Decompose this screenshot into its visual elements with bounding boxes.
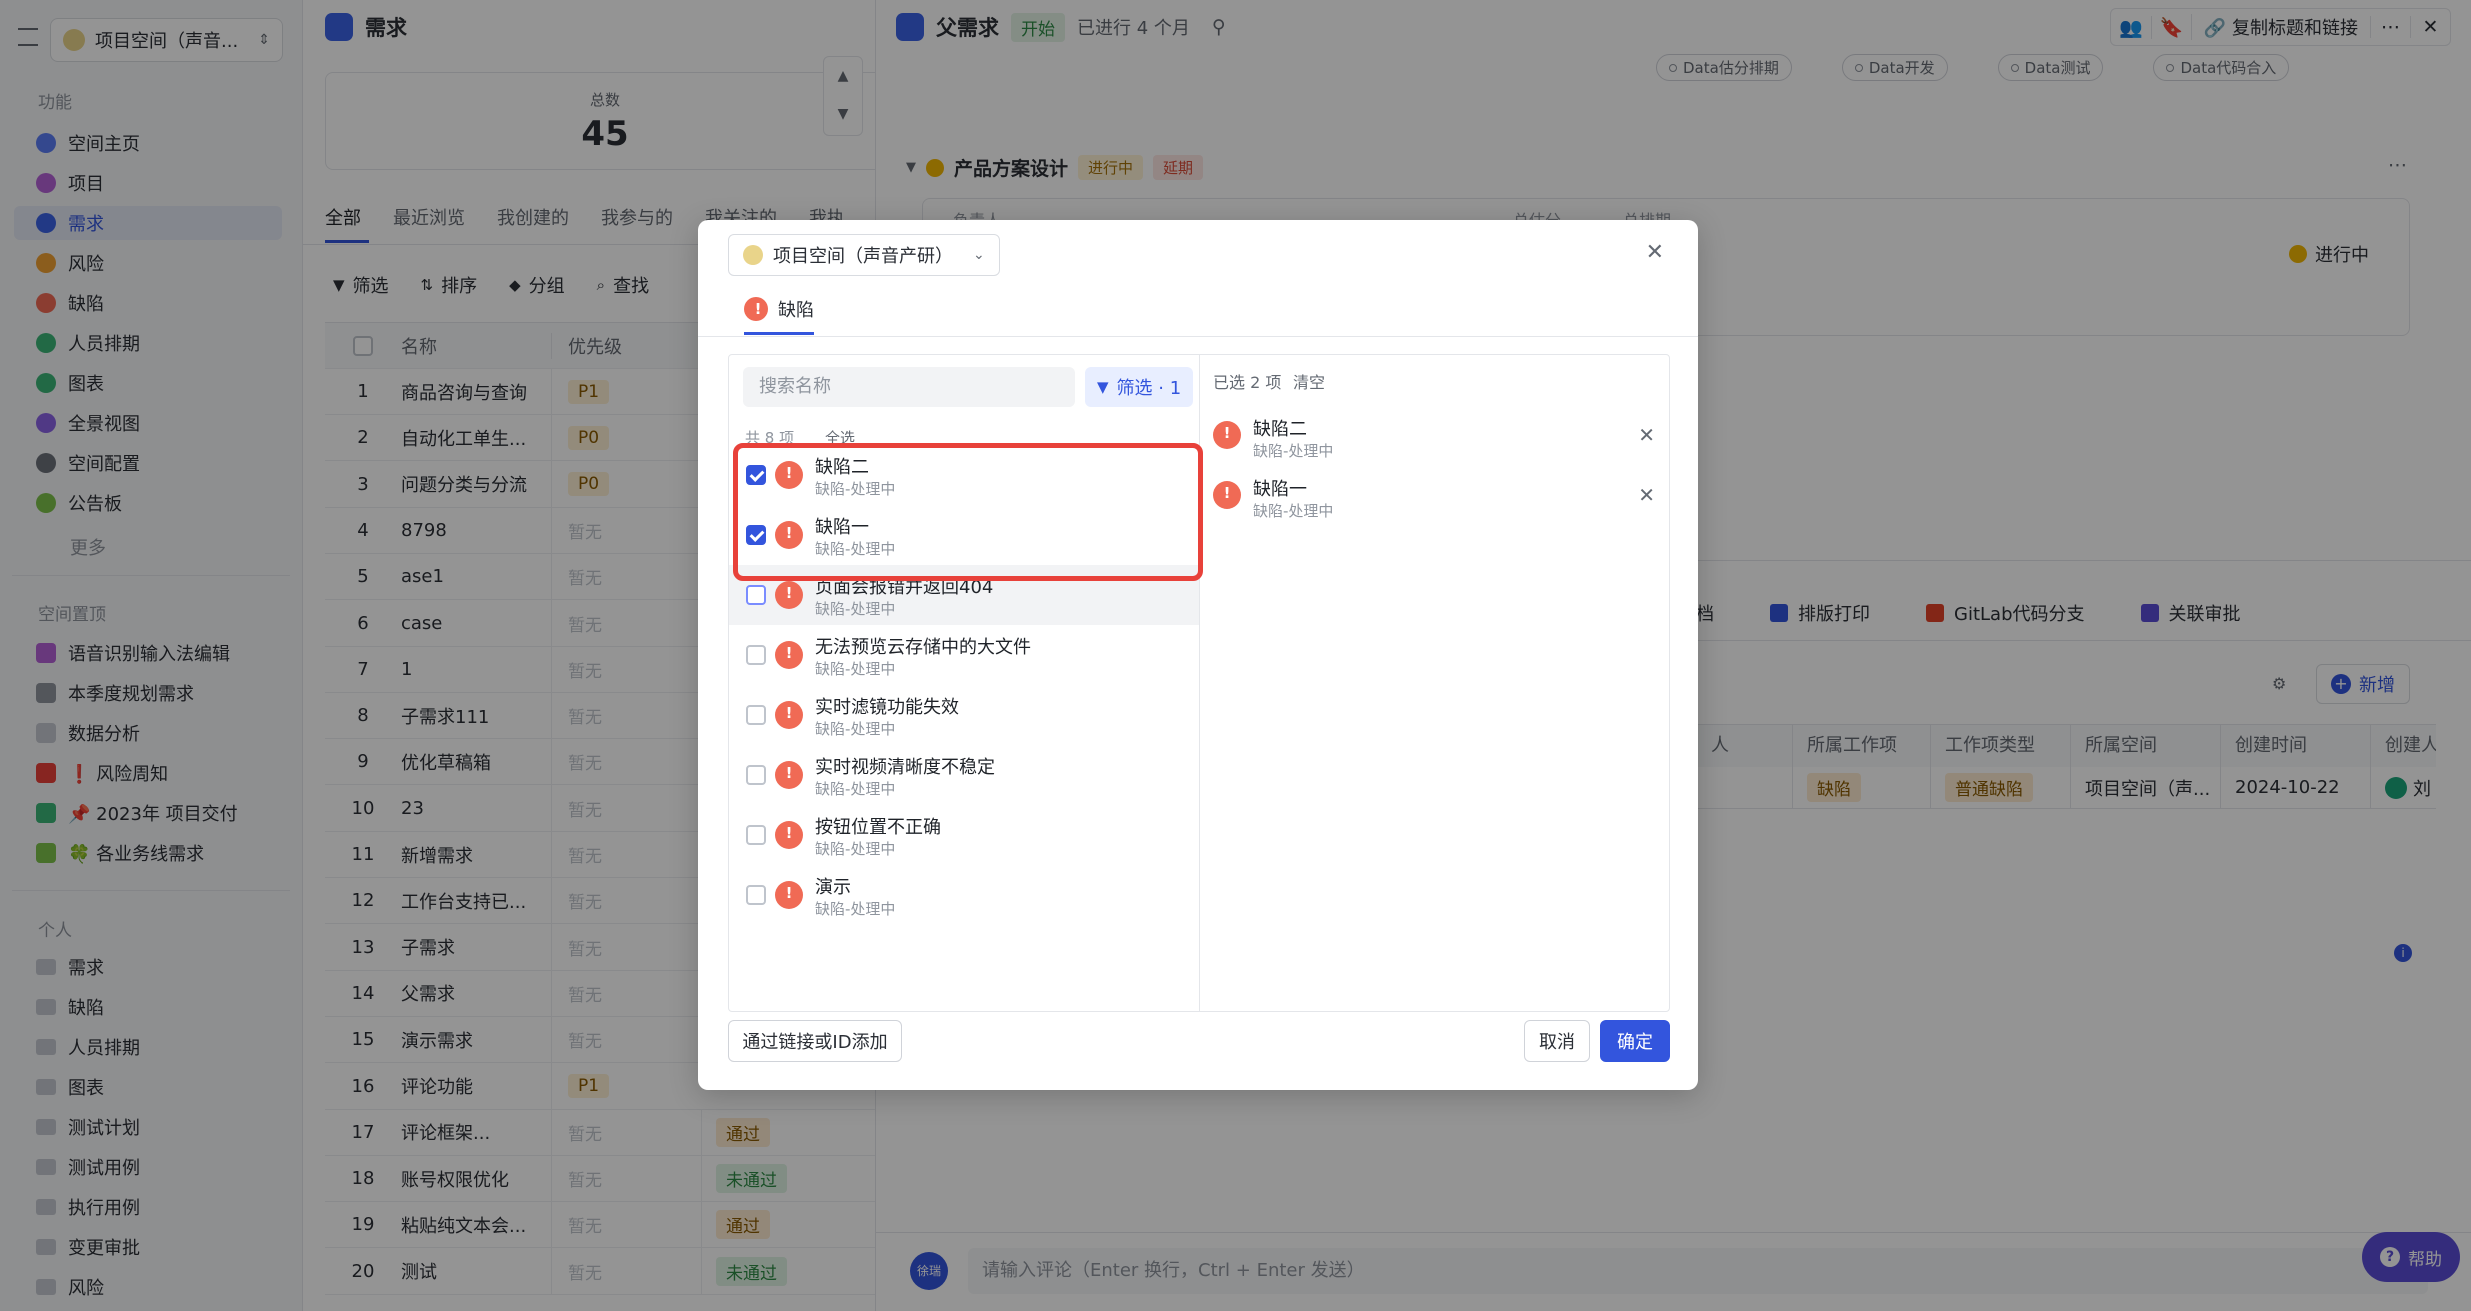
item-checkbox[interactable] [746,705,766,725]
selected-title: 缺陷二 [1253,419,1307,440]
selected-count: 已选 2 项 [1213,373,1282,392]
item-checkbox[interactable] [746,585,766,605]
item-checkbox[interactable] [746,885,766,905]
item-subtitle: 缺陷-处理中 [815,720,896,738]
item-title: 实时滤镜功能失效 [815,697,959,718]
selected-list: 缺陷二缺陷-处理中✕缺陷一缺陷-处理中✕ [1199,407,1669,547]
search-input[interactable]: 搜索名称 [743,367,1075,407]
item-title: 按钮位置不正确 [815,817,941,838]
item-title: 无法预览云存储中的大文件 [815,637,1031,658]
modal-tab-bug[interactable]: 缺陷 [744,296,814,322]
bug-list-item[interactable]: 演示缺陷-处理中 [729,865,1199,925]
space-avatar-icon [743,245,763,265]
confirm-button[interactable]: 确定 [1600,1020,1670,1062]
bug-icon [775,701,803,729]
item-subtitle: 缺陷-处理中 [815,780,896,798]
bug-list-item[interactable]: 实时滤镜功能失效缺陷-处理中 [729,685,1199,745]
item-subtitle: 缺陷-处理中 [815,840,896,858]
selected-subtitle: 缺陷-处理中 [1253,442,1334,460]
bug-list-item[interactable]: 按钮位置不正确缺陷-处理中 [729,805,1199,865]
modal-space-select[interactable]: 项目空间（声音产研） ⌄ [728,234,1000,276]
bug-icon [744,297,772,321]
item-subtitle: 缺陷-处理中 [815,900,896,918]
chevron-down-icon: ⌄ [973,247,985,263]
bug-list-item[interactable]: 实时视频清晰度不稳定缺陷-处理中 [729,745,1199,805]
bug-list-item[interactable]: 无法预览云存储中的大文件缺陷-处理中 [729,625,1199,685]
selected-title: 缺陷一 [1253,479,1307,500]
item-checkbox[interactable] [746,825,766,845]
tab-underline [744,332,814,335]
item-title: 演示 [815,877,851,898]
bug-icon [775,641,803,669]
cancel-button[interactable]: 取消 [1524,1020,1590,1062]
bug-icon [1213,481,1241,509]
item-subtitle: 缺陷-处理中 [815,600,896,618]
selection-highlight-box [733,443,1203,581]
remove-icon[interactable]: ✕ [1638,423,1655,447]
bug-icon [1213,421,1241,449]
bug-icon [775,581,803,609]
selected-item: 缺陷一缺陷-处理中 ✕ [1199,467,1669,527]
filter-button[interactable]: ▼ 筛选 · 1 [1085,367,1194,407]
divider [698,336,1698,337]
bug-icon [775,881,803,909]
modal-close-icon[interactable]: ✕ [1646,240,1664,265]
bug-icon [775,821,803,849]
clear-link[interactable]: 清空 [1293,369,1325,393]
bug-icon [775,761,803,789]
item-subtitle: 缺陷-处理中 [815,660,896,678]
item-checkbox[interactable] [746,645,766,665]
picker-box: 搜索名称 ▼ 筛选 · 1 共 8 项 全选 缺陷二缺陷-处理中缺陷一缺陷-处理… [728,354,1670,1012]
selected-item: 缺陷二缺陷-处理中 ✕ [1199,407,1669,467]
filter-icon: ▼ [1097,378,1109,396]
remove-icon[interactable]: ✕ [1638,483,1655,507]
add-by-link-button[interactable]: 通过链接或ID添加 [728,1020,902,1062]
add-related-bug-modal: 项目空间（声音产研） ⌄ ✕ 缺陷 搜索名称 ▼ 筛选 · 1 共 8 项 全选… [698,220,1698,1090]
selected-subtitle: 缺陷-处理中 [1253,502,1334,520]
item-checkbox[interactable] [746,765,766,785]
item-title: 实时视频清晰度不稳定 [815,757,995,778]
